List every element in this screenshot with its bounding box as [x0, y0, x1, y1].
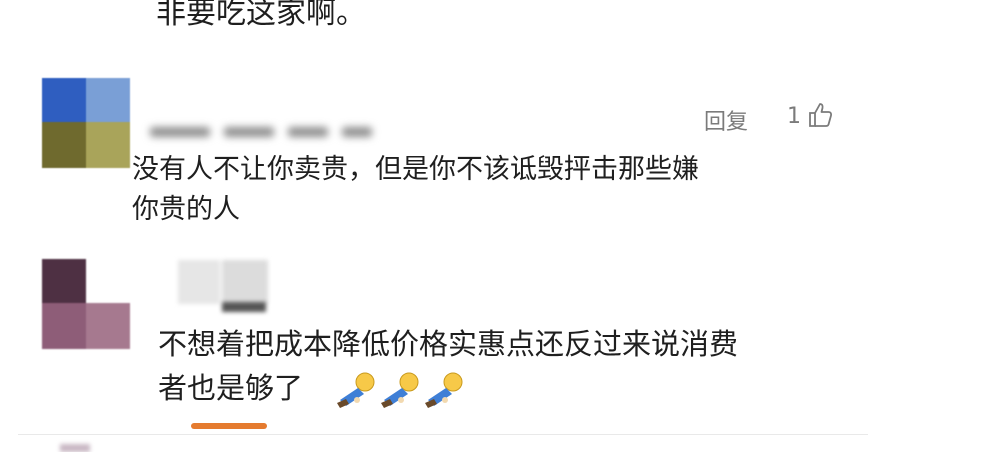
emoji-row	[334, 370, 466, 410]
highlight-underline	[191, 423, 267, 429]
comment-text-line: 没有人不让你卖贵，但是你不该诋毁抨击那些嫌	[132, 154, 699, 185]
thumbs-up-icon[interactable]	[806, 100, 836, 130]
comment-text-line: 不想着把成本降低价格实惠点还反过来说消费	[158, 327, 739, 361]
comment-text-line: 者也是够了	[158, 371, 304, 405]
comment-text: 没有人不让你卖贵，但是你不该诋毁抨击那些嫌 你贵的人	[132, 150, 832, 230]
reply-button[interactable]: 回复	[704, 104, 748, 136]
username-blurred[interactable]	[150, 122, 390, 137]
avatar-pixel	[42, 303, 86, 349]
comment-text-line: 你贵的人	[132, 194, 240, 225]
kowtow-emoji-icon	[422, 370, 466, 410]
comment-text: 不想着把成本降低价格实惠点还反过来说消费 者也是够了	[158, 322, 858, 410]
kowtow-emoji-icon	[334, 370, 378, 410]
avatar-pixel	[86, 122, 130, 168]
previous-comment-text: 非要吃这家啊。	[156, 0, 366, 31]
avatar-pixel	[42, 259, 86, 303]
avatar-pixel	[42, 78, 86, 122]
username-blurred[interactable]	[178, 260, 270, 320]
avatar[interactable]	[42, 259, 130, 349]
avatar[interactable]	[42, 78, 130, 168]
kowtow-emoji-icon	[378, 370, 422, 410]
avatar[interactable]	[60, 444, 90, 452]
avatar-pixel	[86, 303, 130, 349]
like-count: 1	[787, 104, 801, 129]
avatar-pixel	[86, 78, 130, 122]
avatar-pixel	[42, 122, 86, 168]
avatar-pixel	[86, 259, 130, 303]
divider	[18, 434, 868, 435]
